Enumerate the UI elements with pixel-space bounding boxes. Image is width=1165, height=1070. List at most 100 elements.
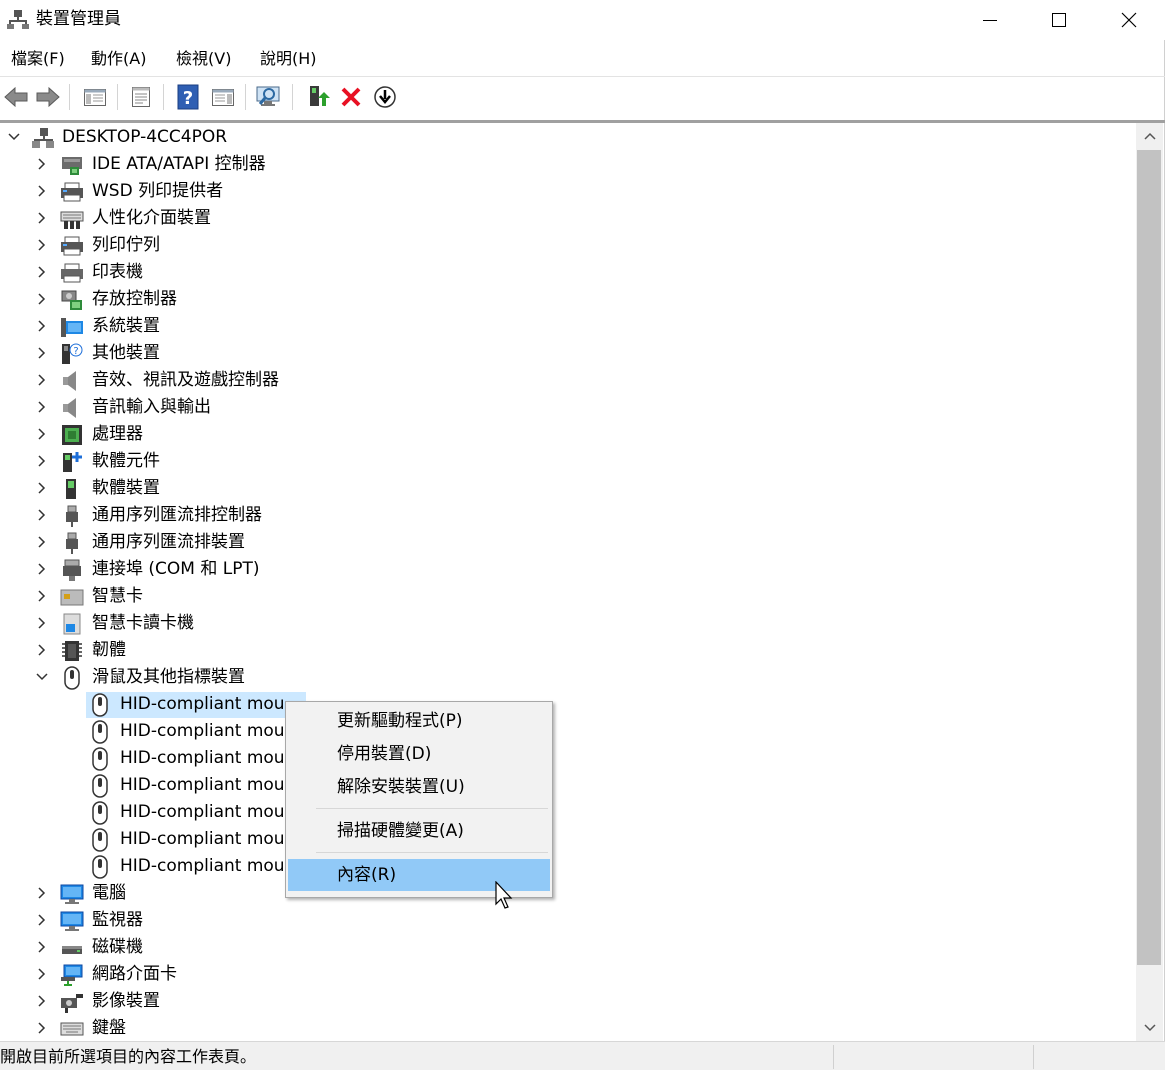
tree-category[interactable]: ? 其他裝置 [0,340,1136,367]
expand-arrow[interactable] [34,263,50,281]
svg-text:?: ? [183,88,193,109]
expand-arrow[interactable] [34,452,50,470]
enable-device-icon [374,86,396,108]
expand-arrow[interactable] [34,641,50,659]
minimize-button[interactable] [955,0,1025,40]
tree-category[interactable]: 韌體 [0,637,1136,664]
help-button[interactable]: ? [174,83,202,111]
tree-item-label: HID-compliant mou [120,748,285,768]
tree-device-item[interactable]: HID-compliant mou [0,772,1136,799]
tree-category[interactable]: 滑鼠及其他指標裝置 [0,664,1136,691]
expand-arrow[interactable] [34,884,50,902]
expand-arrow[interactable] [34,533,50,551]
tree-category[interactable]: 智慧卡讀卡機 [0,610,1136,637]
chevron-right-icon [38,293,46,305]
tree-device-item[interactable]: HID-compliant mou [0,745,1136,772]
expand-arrow[interactable] [34,209,50,227]
back-button[interactable] [2,83,30,111]
menu-action[interactable]: 動作(A) [89,44,148,74]
expand-arrow[interactable] [34,398,50,416]
tree-category[interactable]: 處理器 [0,421,1136,448]
tree-category[interactable]: 列印佇列 [0,232,1136,259]
expand-arrow[interactable] [34,992,50,1010]
expand-arrow[interactable] [34,911,50,929]
expand-arrow[interactable] [34,506,50,524]
tree-category[interactable]: 軟體元件 [0,448,1136,475]
scroll-thumb[interactable] [1137,150,1161,965]
tree-category[interactable]: 人性化介面裝置 [0,205,1136,232]
tree-device-item[interactable]: HID-compliant mou [0,826,1136,853]
tree-category[interactable]: 連接埠 (COM 和 LPT) [0,556,1136,583]
tree-category[interactable]: 通用序列匯流排控制器 [0,502,1136,529]
tree-category[interactable]: WSD 列印提供者 [0,178,1136,205]
menu-update-driver[interactable]: 更新驅動程式(P) [288,705,550,737]
expand-arrow[interactable] [34,236,50,254]
menu-help[interactable]: 說明(H) [258,44,319,74]
uninstall-button[interactable] [337,83,365,111]
tree-category[interactable]: 電腦 [0,880,1136,907]
maximize-button[interactable] [1024,0,1094,40]
expand-arrow[interactable] [34,479,50,497]
tree-category[interactable]: 網路介面卡 [0,961,1136,988]
mouse-icon [92,855,108,879]
expand-arrow[interactable] [34,1019,50,1037]
update-driver-button[interactable] [304,83,332,111]
title-bar[interactable]: 裝置管理員 [0,0,1165,40]
tree-category[interactable]: 印表機 [0,259,1136,286]
tree-device-item[interactable]: HID-compliant mou [0,691,1136,718]
tree-category[interactable]: 存放控制器 [0,286,1136,313]
tree-category[interactable]: 影像裝置 [0,988,1136,1015]
tree-device-item[interactable]: HID-compliant mou [0,853,1136,880]
expand-arrow[interactable] [34,560,50,578]
forward-button[interactable] [34,83,62,111]
tree-root[interactable]: DESKTOP-4CC4POR [0,124,1136,151]
expand-arrow[interactable] [34,371,50,389]
scan-hardware-button[interactable] [255,83,283,111]
menu-view[interactable]: 檢視(V) [174,44,233,74]
show-hide-console-tree-button[interactable] [81,83,109,111]
expand-arrow[interactable] [34,155,50,173]
scroll-up-button[interactable] [1136,123,1163,149]
tree-category[interactable]: 音效、視訊及遊戲控制器 [0,367,1136,394]
collapse-arrow[interactable] [34,668,50,686]
tree-category[interactable]: 音訊輸入與輸出 [0,394,1136,421]
tree-category[interactable]: 磁碟機 [0,934,1136,961]
tree-category[interactable]: 鍵盤 [0,1015,1136,1041]
tree-device-item[interactable]: HID-compliant mou [0,718,1136,745]
action-pane-button[interactable] [209,83,237,111]
menu-disable-device[interactable]: 停用裝置(D) [288,738,550,770]
tree-category[interactable]: 系統裝置 [0,313,1136,340]
expand-arrow[interactable] [34,290,50,308]
tree-item-label: WSD 列印提供者 [92,181,224,201]
tree-device-item[interactable]: HID-compliant mou [0,799,1136,826]
expand-arrow[interactable] [34,344,50,362]
tree-category[interactable]: 智慧卡 [0,583,1136,610]
hid-keyboard-icon [60,211,84,229]
expand-arrow[interactable] [34,317,50,335]
menu-file[interactable]: 檔案(F) [9,44,67,74]
vertical-scrollbar[interactable] [1136,123,1163,1041]
tree-category[interactable]: IDE ATA/ATAPI 控制器 [0,151,1136,178]
status-divider [833,1045,834,1069]
menu-scan-hardware[interactable]: 掃描硬體變更(A) [288,815,550,847]
menu-uninstall-device[interactable]: 解除安裝裝置(U) [288,771,550,803]
expand-arrow[interactable] [34,425,50,443]
expand-arrow[interactable] [34,965,50,983]
expand-arrow[interactable] [34,614,50,632]
properties-button[interactable] [127,83,155,111]
expand-arrow[interactable] [34,938,50,956]
port-icon [63,559,81,581]
expand-arrow[interactable] [34,587,50,605]
scroll-down-button[interactable] [1136,1015,1163,1041]
expand-arrow[interactable] [34,182,50,200]
device-tree[interactable]: DESKTOP-4CC4POR IDE ATA/ATAPI 控制器 WSD 列印提… [0,123,1136,1041]
toolbar-separator [292,84,293,110]
tree-category[interactable]: 軟體裝置 [0,475,1136,502]
toolbar-separator [69,84,70,110]
tree-category[interactable]: 通用序列匯流排裝置 [0,529,1136,556]
collapse-arrow[interactable] [6,128,22,146]
enable-device-button[interactable] [371,83,399,111]
tree-category[interactable]: 監視器 [0,907,1136,934]
close-button[interactable] [1094,0,1164,40]
toolbar-separator [163,84,164,110]
